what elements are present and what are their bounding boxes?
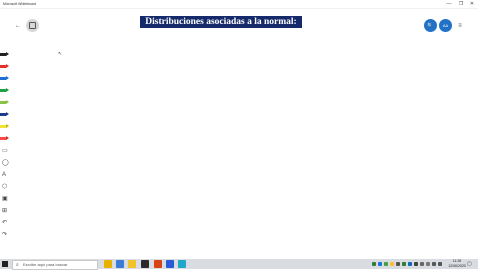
taskbar-search-placeholder: Escribe aquí para buscar xyxy=(23,262,68,267)
image-icon: ▣ xyxy=(2,196,8,202)
tray-icon-8[interactable] xyxy=(414,262,418,266)
wifi-icon[interactable] xyxy=(432,262,436,266)
taskbar-app-orange[interactable] xyxy=(154,260,162,268)
tray-icon-5[interactable] xyxy=(396,262,400,266)
taskbar-app-chrome[interactable] xyxy=(104,260,112,268)
tray-icon-3[interactable] xyxy=(384,262,388,266)
insert-icon: ⊞ xyxy=(2,208,8,214)
highlighter-red[interactable] xyxy=(0,134,12,144)
canvas-title[interactable]: Distribuciones asociadas a la normal: xyxy=(140,16,302,28)
highlighter-yellow[interactable] xyxy=(0,122,12,132)
pen-lime[interactable] xyxy=(0,98,12,108)
taskbar-app-dark[interactable] xyxy=(141,260,149,268)
avatar[interactable]: AA xyxy=(439,19,452,32)
mouse-cursor-icon: ↖ xyxy=(58,51,63,57)
pen-black[interactable] xyxy=(0,50,12,60)
tray-icon-7[interactable] xyxy=(408,262,412,266)
lasso-icon: ◯ xyxy=(2,160,9,166)
app-title: Microsoft Whiteboard xyxy=(3,2,37,6)
shape-tool[interactable]: ⬡ xyxy=(0,182,12,192)
taskbar-app-teal[interactable] xyxy=(178,260,186,268)
volume-icon[interactable] xyxy=(438,262,442,266)
ruler-icon: ▭ xyxy=(2,148,8,154)
search-button[interactable]: 🔍 xyxy=(424,19,437,32)
taskbar-clock[interactable]: 11:28 12/06/2020 xyxy=(448,259,466,269)
tray-icon-10[interactable] xyxy=(426,262,430,266)
lasso-tool[interactable]: ◯ xyxy=(0,158,12,168)
minimize-button[interactable]: — xyxy=(443,0,455,8)
back-arrow-icon: ← xyxy=(15,23,21,29)
shape-icon: ⬡ xyxy=(2,184,8,190)
notification-center-icon[interactable]: ▢ xyxy=(467,261,473,267)
tray-icon-4[interactable] xyxy=(390,262,394,266)
tray-icon-2[interactable] xyxy=(378,262,382,266)
windows-logo-icon xyxy=(2,261,5,264)
redo-icon: ↷ xyxy=(2,232,8,238)
text-icon: A xyxy=(2,172,7,178)
board-icon xyxy=(29,22,36,29)
taskbar-app-blue[interactable] xyxy=(166,260,174,268)
ruler-tool[interactable]: ▭ xyxy=(0,146,12,156)
board-gallery-button[interactable] xyxy=(26,19,39,32)
pen-navy[interactable] xyxy=(0,110,12,120)
pen-green[interactable] xyxy=(0,86,12,96)
pen-blue[interactable] xyxy=(0,74,12,84)
taskbar-app-whiteboard[interactable] xyxy=(116,260,124,268)
avatar-initials: AA xyxy=(442,23,449,28)
window-titlebar: Microsoft Whiteboard — ❐ ✕ xyxy=(0,0,478,9)
redo-button[interactable]: ↷ xyxy=(0,230,12,240)
text-tool[interactable]: A xyxy=(0,170,12,180)
clock-date: 12/06/2020 xyxy=(448,264,466,268)
insert-tool[interactable]: ⊞ xyxy=(0,206,12,216)
undo-button[interactable]: ↶ xyxy=(0,218,12,228)
close-button[interactable]: ✕ xyxy=(466,0,478,8)
search-icon: 🔍 xyxy=(427,22,434,29)
start-button[interactable] xyxy=(2,261,8,267)
pen-red[interactable] xyxy=(0,62,12,72)
taskbar-app-explorer[interactable] xyxy=(128,260,136,268)
tray-icon-6[interactable] xyxy=(402,262,406,266)
image-tool[interactable]: ▣ xyxy=(0,194,12,204)
back-button[interactable]: ← xyxy=(13,21,23,31)
windows-taskbar: ⌕ Escribe aquí para buscar 11:28 12/06/2… xyxy=(0,259,478,270)
undo-icon: ↶ xyxy=(2,220,8,226)
tray-icon-1[interactable] xyxy=(372,262,376,266)
hamburger-icon: ≡ xyxy=(458,23,462,29)
settings-menu-button[interactable]: ≡ xyxy=(455,21,465,31)
taskbar-search-icon: ⌕ xyxy=(16,262,19,268)
tray-icon-9[interactable] xyxy=(420,262,424,266)
